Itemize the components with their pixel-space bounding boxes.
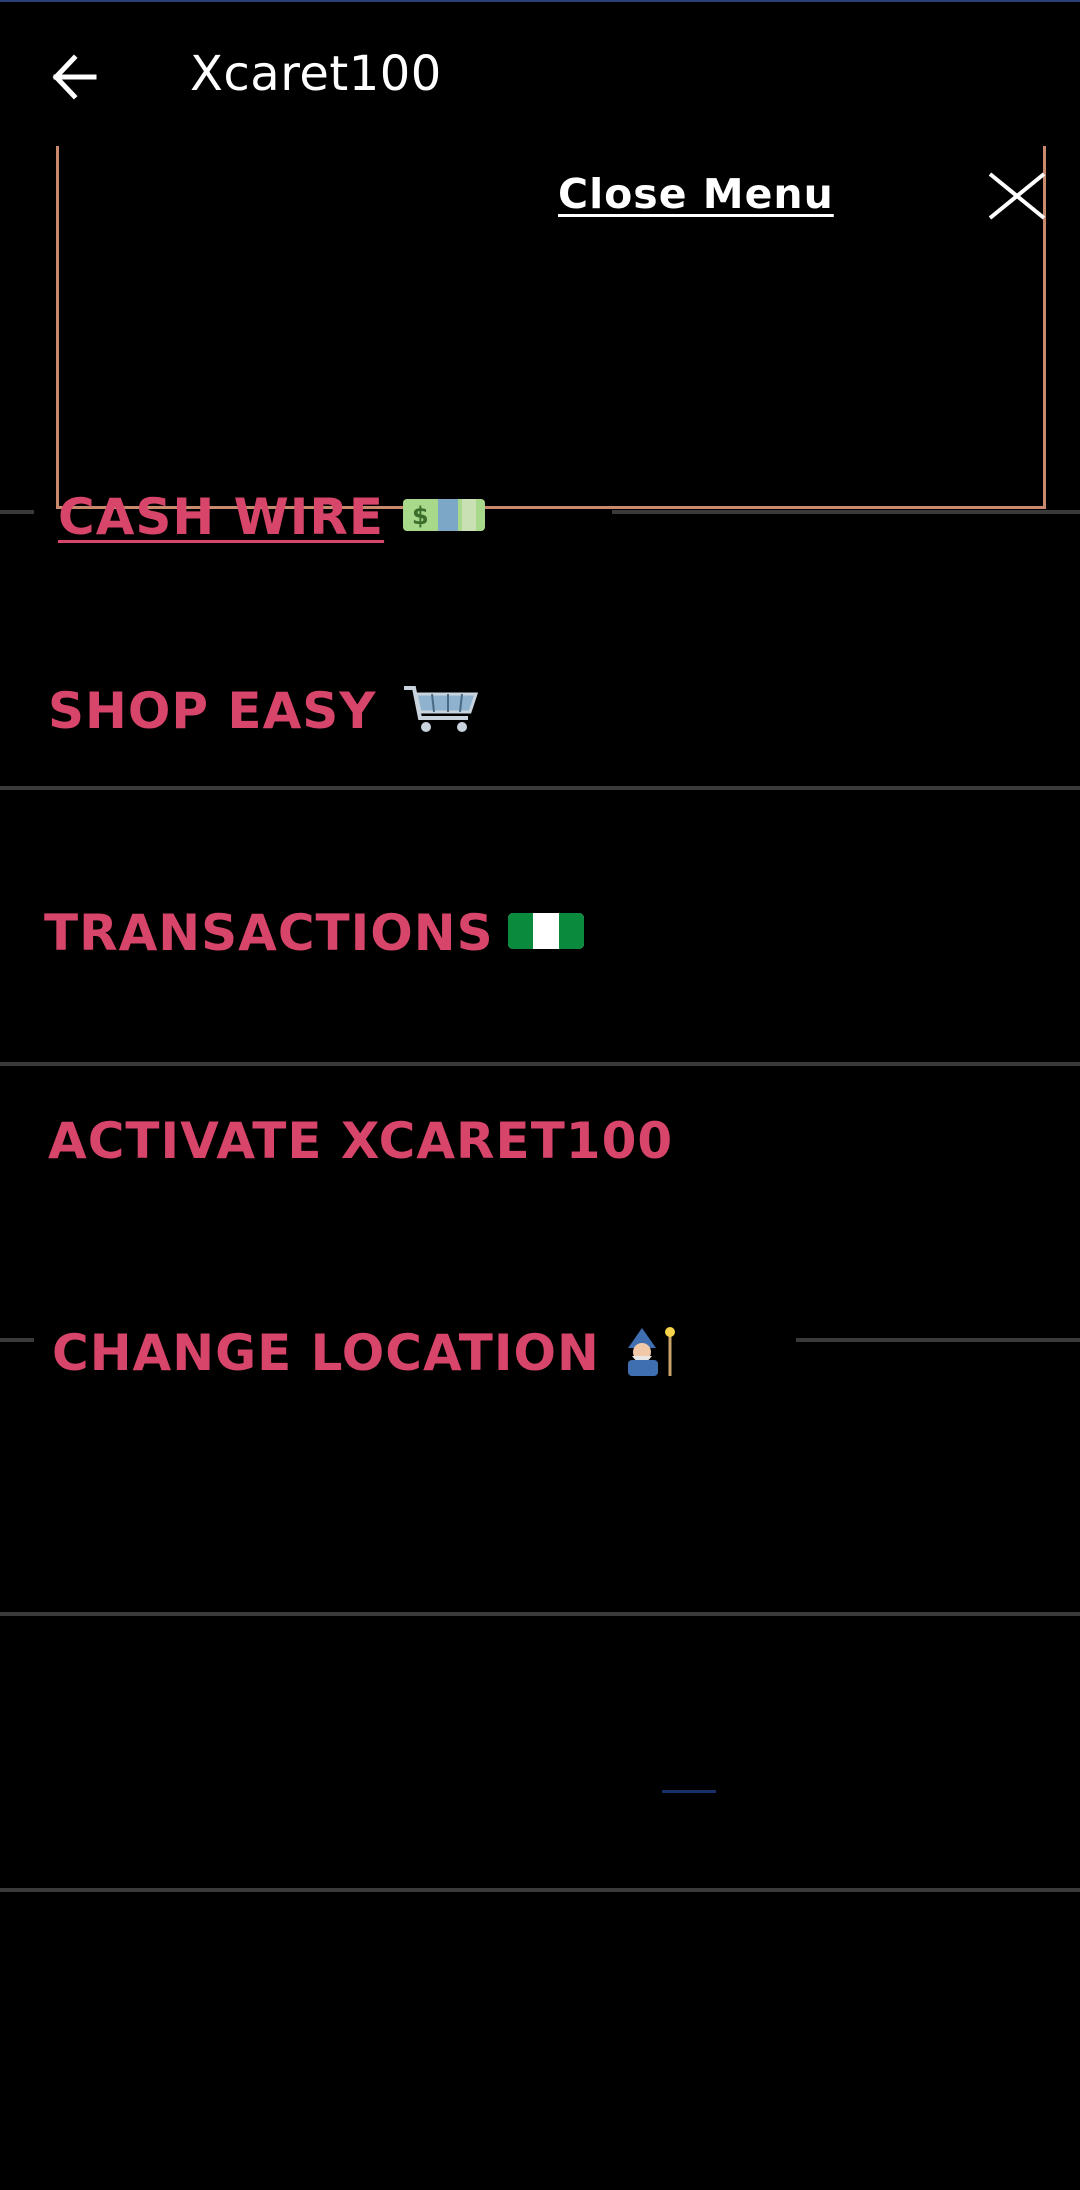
menu-item-label: TRANSACTIONS xyxy=(44,904,494,962)
menu-item-cash-wire[interactable]: CASH WIRE $ xyxy=(58,488,486,546)
menu-item-shop-easy[interactable]: SHOP EASY xyxy=(48,682,480,740)
divider xyxy=(0,1338,34,1342)
arrow-left-icon xyxy=(52,54,97,100)
shopping-cart-icon xyxy=(402,684,480,738)
menu-item-label: SHOP EASY xyxy=(48,682,377,740)
divider xyxy=(0,1612,1080,1616)
faint-divider xyxy=(662,1790,716,1793)
mage-icon xyxy=(620,1326,684,1380)
menu-item-activate[interactable]: ACTIVATE XCARET100 xyxy=(48,1112,673,1170)
menu-item-label: CASH WIRE xyxy=(58,488,385,546)
page-title: Xcaret100 xyxy=(190,46,442,102)
back-button[interactable] xyxy=(30,32,120,122)
divider xyxy=(0,1888,1080,1892)
nigeria-flag-icon xyxy=(507,911,584,955)
svg-text:$: $ xyxy=(412,502,430,530)
menu-item-transactions[interactable]: TRANSACTIONS xyxy=(44,904,584,962)
app-bar: Xcaret100 xyxy=(0,2,1080,150)
close-menu-link[interactable]: Close Menu xyxy=(558,170,834,218)
divider xyxy=(0,1062,1080,1066)
menu-frame xyxy=(56,146,1046,509)
menu-item-label: CHANGE LOCATION xyxy=(52,1324,600,1382)
menu-item-label: ACTIVATE XCARET100 xyxy=(48,1112,674,1170)
close-menu-button[interactable] xyxy=(986,170,1048,222)
close-icon xyxy=(988,172,1046,220)
divider xyxy=(0,510,34,514)
menu-item-change-location[interactable]: CHANGE LOCATION xyxy=(52,1324,684,1382)
dollar-banknote-icon: $ xyxy=(402,496,486,538)
divider xyxy=(612,510,1080,514)
divider xyxy=(0,786,1080,790)
divider xyxy=(796,1338,1080,1342)
